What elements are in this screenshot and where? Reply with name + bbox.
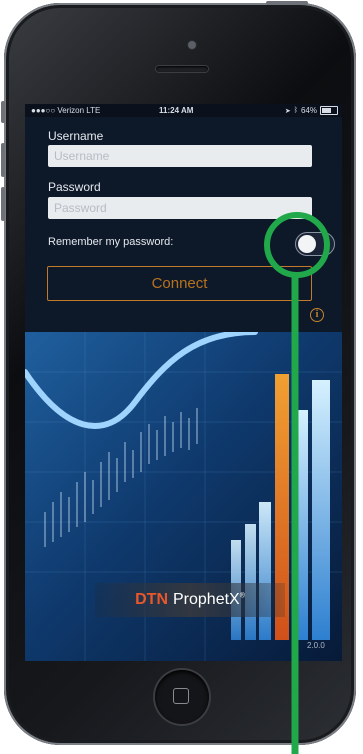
power-button <box>266 1 308 5</box>
password-label: Password <box>48 180 101 194</box>
connect-button[interactable]: Connect <box>47 266 312 301</box>
status-bar: ●●●○○ Verizon LTE 11:24 AM ➤ ᛒ 64% <box>25 104 342 117</box>
info-icon[interactable]: i <box>310 308 324 322</box>
volume-up-button <box>1 143 5 177</box>
username-label: Username <box>48 129 104 143</box>
brand-product: ProphetX® <box>173 591 245 609</box>
home-button-icon <box>173 688 189 704</box>
silent-switch <box>1 101 5 123</box>
brand-product-name: ProphetX <box>173 591 240 608</box>
carrier-label: ●●●○○ Verizon LTE <box>31 106 101 115</box>
remember-password-label: Remember my password: <box>48 236 174 248</box>
username-field[interactable] <box>48 145 312 167</box>
brand-registered-mark: ® <box>239 592 245 600</box>
earpiece-speaker <box>156 66 208 72</box>
clock: 11:24 AM <box>159 106 194 115</box>
toggle-knob[interactable] <box>298 235 316 253</box>
front-camera <box>188 41 196 49</box>
location-arrow-icon: ➤ <box>284 107 291 115</box>
brand-dtn: DTN <box>135 591 168 608</box>
app-screen: ●●●○○ Verizon LTE 11:24 AM ➤ ᛒ 64% Usern… <box>25 104 342 661</box>
home-button[interactable] <box>155 670 209 724</box>
battery-fill <box>322 108 331 113</box>
brand-logo: DTN ProphetX® <box>95 583 285 617</box>
password-field[interactable] <box>48 197 312 219</box>
volume-down-button <box>1 187 5 221</box>
battery-icon <box>320 106 338 115</box>
battery-percent: 64% <box>300 106 317 115</box>
app-version: 2.0.0 <box>307 641 325 650</box>
status-right: ➤ ᛒ 64% <box>285 106 338 115</box>
remember-password-toggle[interactable] <box>295 232 335 256</box>
bluetooth-icon: ᛒ <box>293 107 298 114</box>
